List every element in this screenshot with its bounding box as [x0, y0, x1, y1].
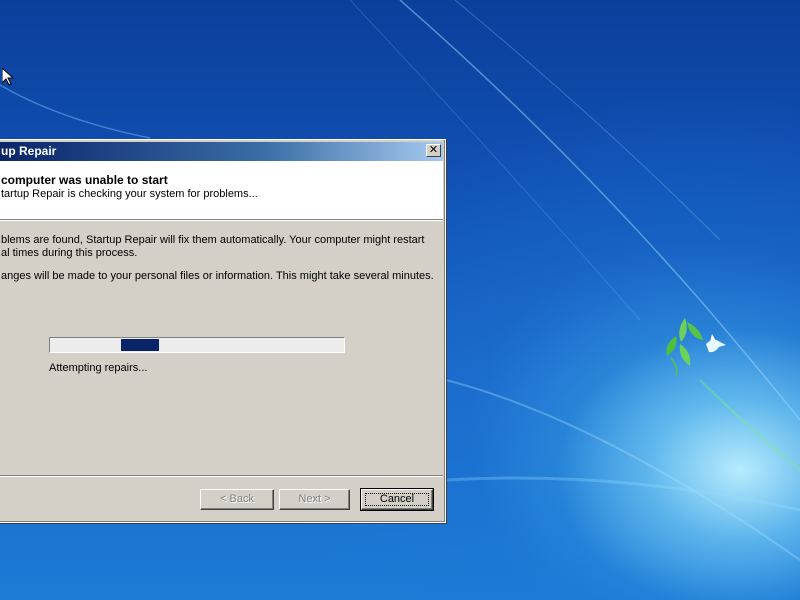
- light-streak: [699, 379, 800, 471]
- arrow-cursor-icon: [2, 68, 14, 86]
- startup-repair-dialog: up Repair ✕ computer was unable to start…: [0, 139, 446, 523]
- light-streak: [445, 476, 800, 512]
- windows-bird-leaf-logo: [666, 318, 726, 377]
- light-streak: [445, 379, 800, 561]
- light-streak: [454, 0, 721, 241]
- close-button[interactable]: ✕: [426, 144, 441, 157]
- footer-separator: [0, 475, 443, 477]
- next-button-label: Next >: [298, 493, 331, 505]
- dialog-titlebar[interactable]: up Repair ✕: [0, 142, 443, 161]
- progress-marquee-block: [121, 339, 159, 351]
- info-text-line1: blems are found, Startup Repair will fix…: [1, 234, 425, 246]
- next-button[interactable]: Next >: [279, 489, 350, 510]
- status-text: Attempting repairs...: [49, 362, 148, 374]
- light-streak: [0, 84, 151, 139]
- dialog-header: computer was unable to start tartup Repa…: [0, 161, 443, 220]
- close-icon: ✕: [428, 144, 439, 156]
- dialog-title: up Repair: [1, 144, 57, 158]
- header-title: computer was unable to start: [1, 173, 168, 187]
- back-button[interactable]: < Back: [200, 489, 274, 510]
- header-subtitle: tartup Repair is checking your system fo…: [1, 188, 258, 200]
- light-streak: [399, 0, 800, 421]
- info-text-line3: anges will be made to your personal file…: [1, 270, 434, 282]
- repair-progress-bar: [49, 337, 345, 353]
- focus-rect: [365, 493, 429, 506]
- cancel-button[interactable]: Cancel: [360, 488, 434, 511]
- back-button-label: < Back: [220, 493, 254, 505]
- info-text-line2: al times during this process.: [1, 247, 138, 259]
- desktop: up Repair ✕ computer was unable to start…: [0, 0, 800, 600]
